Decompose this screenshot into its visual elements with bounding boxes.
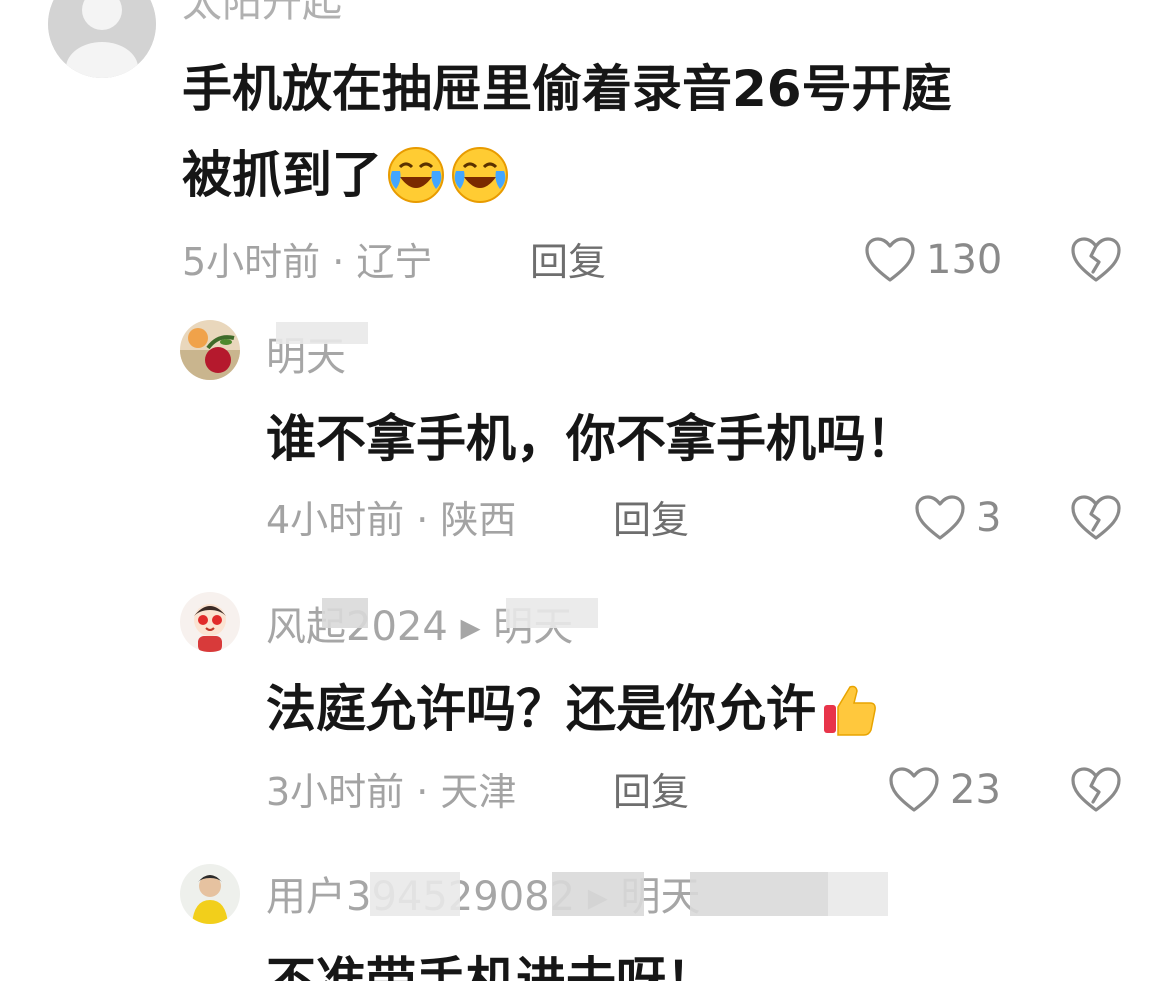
thumbs-up-emoji: [820, 679, 880, 739]
dislike-button[interactable]: [1070, 494, 1122, 546]
dislike-button[interactable]: [1070, 766, 1122, 818]
avatar[interactable]: [180, 320, 240, 380]
like-count: 130: [926, 237, 1003, 283]
comment-text-line: 手机放在抽屉里偷着录音26号开庭: [182, 60, 952, 118]
cartoon-girl-avatar-icon: [180, 592, 240, 652]
comment-text: 被抓到了: [182, 142, 510, 208]
pomegranate-avatar-icon: [180, 320, 240, 380]
privacy-blur: [828, 872, 888, 916]
like-button[interactable]: 130: [864, 236, 1002, 284]
avatar[interactable]: [48, 0, 156, 78]
privacy-blur: [322, 598, 368, 628]
like-count: 23: [950, 767, 1001, 813]
like-button[interactable]: 3: [914, 494, 1001, 542]
reply-timestamp-location: 4小时前 · 陕西: [266, 498, 517, 542]
privacy-blur: [690, 872, 828, 916]
reply-text: 不准带手机进去呀！: [266, 952, 716, 981]
reply-text-line: 法庭允许吗？还是你允许: [266, 680, 816, 738]
heart-outline-icon: [865, 237, 915, 282]
comment-thread: 太阳升起 手机放在抽屉里偷着录音26号开庭 被抓到了 5小时前 · 辽宁 回复 …: [0, 0, 1170, 981]
reply-button[interactable]: 回复: [530, 240, 606, 284]
default-avatar-icon: [48, 0, 156, 78]
reply-button[interactable]: 回复: [613, 770, 689, 814]
reply-button[interactable]: 回复: [613, 498, 689, 542]
crying-laughing-emoji: [386, 145, 446, 205]
dislike-button[interactable]: [1070, 236, 1122, 288]
comment-timestamp-location: 5小时前 · 辽宁: [182, 240, 433, 284]
like-button[interactable]: 23: [888, 766, 1001, 814]
person-photo-avatar-icon: [180, 864, 240, 924]
broken-heart-icon: [1071, 767, 1121, 812]
heart-outline-icon: [889, 767, 939, 812]
privacy-blur: [552, 872, 644, 916]
heart-outline-icon: [915, 495, 965, 540]
avatar[interactable]: [180, 864, 240, 924]
reply-text: 法庭允许吗？还是你允许: [266, 676, 880, 742]
reply-text: 谁不拿手机，你不拿手机吗！: [266, 410, 916, 468]
privacy-blur: [276, 322, 368, 344]
comment-text: 手机放在抽屉里偷着录音26号开庭: [182, 56, 952, 122]
privacy-blur: [370, 872, 460, 916]
broken-heart-icon: [1071, 237, 1121, 282]
privacy-blur: [506, 598, 598, 628]
comment-text-line: 被抓到了: [182, 146, 382, 204]
comment-username[interactable]: 太阳升起: [182, 0, 342, 26]
broken-heart-icon: [1071, 495, 1121, 540]
reply-timestamp-location: 3小时前 · 天津: [266, 770, 517, 814]
avatar[interactable]: [180, 592, 240, 652]
like-count: 3: [976, 495, 1002, 541]
crying-laughing-emoji: [450, 145, 510, 205]
